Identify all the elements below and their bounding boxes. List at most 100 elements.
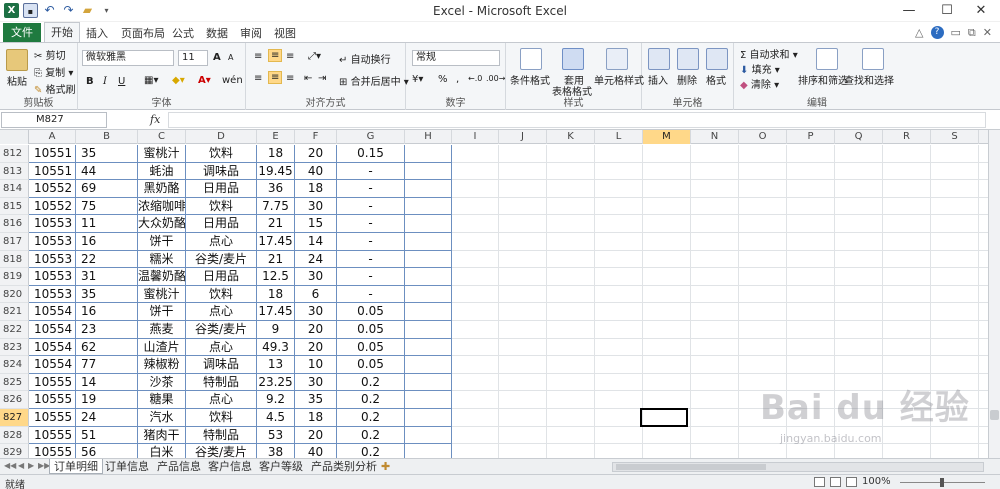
open-folder-icon[interactable]: ▰ [80,3,95,18]
align-left-icon[interactable]: ≡ [254,73,262,84]
close-button[interactable]: ✕ [966,2,996,20]
cell-f[interactable]: 30 [295,268,337,286]
cell-g[interactable]: 0.15 [337,145,405,163]
find-select-icon[interactable] [862,48,884,70]
cell-a[interactable]: 10551 [29,162,76,181]
column-header-c[interactable]: C [138,130,186,144]
cell-e[interactable]: 4.5 [257,409,295,427]
percent-button[interactable]: % [438,74,448,85]
cell-a[interactable]: 10553 [29,268,76,286]
ribbon-collapse-icon[interactable]: △ [915,26,923,40]
cell-a[interactable]: 10554 [29,356,76,374]
cell-h[interactable] [405,285,452,304]
sheet-tab-customer-info[interactable]: 客户信息 [208,459,252,474]
cell-f[interactable]: 15 [295,215,337,233]
insert-cells-button[interactable]: 插入 [648,72,668,87]
cell-c[interactable]: 沙茶 [138,373,186,392]
cell-g[interactable]: - [337,250,405,269]
cell-g[interactable]: - [337,215,405,233]
cell-g[interactable]: 0.05 [337,321,405,339]
cell-b[interactable]: 35 [76,145,138,163]
row-header[interactable]: 817 [0,233,29,251]
cell-h[interactable] [405,215,452,233]
font-color-icon[interactable]: A▾ [198,75,211,86]
fill-color-icon[interactable]: ◆▾ [172,75,185,86]
cell-a[interactable]: 10555 [29,444,76,458]
conditional-format-icon[interactable] [520,48,542,70]
cut-button[interactable]: ✂ 剪切 [34,47,66,62]
cell-f[interactable]: 6 [295,285,337,304]
sheet-tab-customer-level[interactable]: 客户等级 [259,459,303,474]
underline-button[interactable]: U [118,76,125,87]
cell-h[interactable] [405,250,452,269]
align-bottom-icon[interactable]: ≡ [286,51,294,62]
column-header-e[interactable]: E [257,130,295,144]
column-header-s[interactable]: S [931,130,979,144]
cell-c[interactable]: 山渣片 [138,338,186,357]
vertical-scrollbar[interactable] [988,130,1000,458]
row-header[interactable]: 826 [0,391,29,409]
cell-b[interactable]: 69 [76,180,138,198]
cell-b[interactable]: 44 [76,162,138,181]
cell-g[interactable]: 0.05 [337,303,405,321]
increase-indent-icon[interactable]: ⇥ [318,73,326,84]
cell-d[interactable]: 调味品 [186,356,257,374]
row-header[interactable]: 818 [0,250,29,269]
column-header-o[interactable]: O [739,130,787,144]
cell-g[interactable]: - [337,162,405,181]
cell-a[interactable]: 10552 [29,197,76,216]
bold-button[interactable]: B [86,76,94,87]
cell-c[interactable]: 白米 [138,444,186,458]
column-header-n[interactable]: N [691,130,739,144]
cell-c[interactable]: 大众奶酪 [138,215,186,233]
row-header[interactable]: 828 [0,426,29,445]
cell-f[interactable]: 20 [295,426,337,445]
cell-d[interactable]: 特制品 [186,373,257,392]
cell-a[interactable]: 10555 [29,426,76,445]
cell-d[interactable]: 饮料 [186,409,257,427]
cell-e[interactable]: 18 [257,285,295,304]
column-header-b[interactable]: B [76,130,138,144]
cell-c[interactable]: 汽水 [138,409,186,427]
cell-f[interactable]: 30 [295,303,337,321]
cell-a[interactable]: 10553 [29,285,76,304]
cell-f[interactable]: 18 [295,409,337,427]
cell-g[interactable]: 0.05 [337,356,405,374]
cell-h[interactable] [405,197,452,216]
row-header[interactable]: 829 [0,444,29,458]
workbook-minimize-icon[interactable]: ▭ [951,26,961,40]
clear-button[interactable]: ◆ 清除 ▾ [740,76,779,91]
cell-a[interactable]: 10551 [29,145,76,163]
cell-f[interactable]: 24 [295,250,337,269]
cell-b[interactable]: 77 [76,356,138,374]
cell-h[interactable] [405,145,452,163]
zoom-slider-knob[interactable] [940,478,944,487]
conditional-format-button[interactable]: 条件格式 [510,72,550,87]
align-center-icon[interactable]: ≡ [268,71,283,84]
cell-a[interactable]: 10554 [29,321,76,339]
row-header[interactable]: 815 [0,197,29,216]
align-right-icon[interactable]: ≡ [286,73,294,84]
cell-f[interactable]: 30 [295,197,337,216]
cell-f[interactable]: 10 [295,356,337,374]
cell-a[interactable]: 10553 [29,250,76,269]
cell-c[interactable]: 饼干 [138,233,186,251]
cell-a[interactable]: 10552 [29,180,76,198]
cell-c[interactable]: 蚝油 [138,162,186,181]
insert-cells-icon[interactable] [648,48,670,70]
cell-e[interactable]: 7.75 [257,197,295,216]
cell-a[interactable]: 10553 [29,215,76,233]
tab-view[interactable]: 视图 [274,25,296,41]
cell-f[interactable]: 40 [295,162,337,181]
column-header-l[interactable]: L [595,130,643,144]
tab-formulas[interactable]: 公式 [172,25,194,41]
row-header[interactable]: 822 [0,321,29,339]
row-header[interactable]: 825 [0,373,29,392]
column-header-a[interactable]: A [29,130,76,144]
maximize-button[interactable]: ☐ [932,2,962,20]
cell-h[interactable] [405,321,452,339]
cell-d[interactable]: 谷类/麦片 [186,250,257,269]
cell-g[interactable]: - [337,180,405,198]
minimize-button[interactable]: — [894,2,924,20]
cell-b[interactable]: 16 [76,233,138,251]
